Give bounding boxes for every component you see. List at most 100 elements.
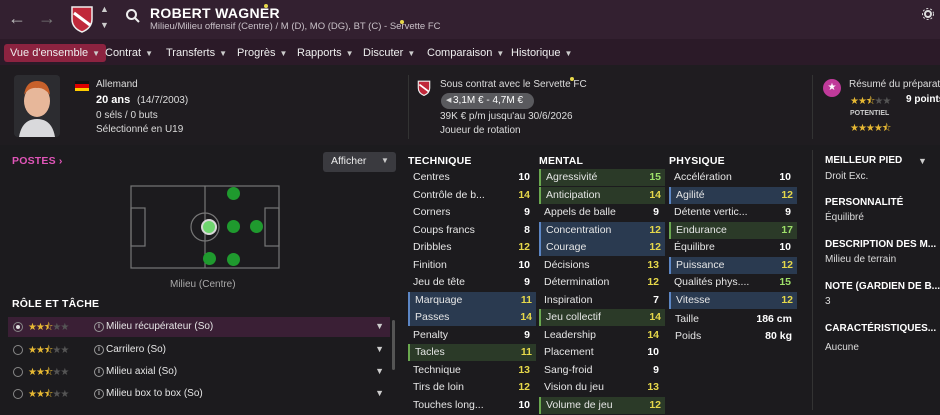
attribute-row[interactable]: Appels de balle 9 [539, 204, 665, 221]
attribute-row[interactable]: Technique 13 [408, 362, 536, 379]
role-row[interactable]: ★★⯪★★ i Milieu box to box (So) ▼ [8, 384, 390, 404]
attribute-row[interactable]: Finition 10 [408, 257, 536, 274]
role-row[interactable]: ★★⯪★★ i Carrilero (So) ▼ [8, 340, 390, 360]
forward-arrow-icon[interactable]: → [38, 9, 56, 27]
tab-overview[interactable]: Vue d'ensemble ▼ [4, 44, 107, 62]
role-radio[interactable] [13, 389, 23, 399]
info-icon[interactable]: i [94, 389, 104, 399]
attribute-row[interactable]: Coups francs 8 [408, 222, 536, 239]
attribute-row[interactable]: Contrôle de b... 14 [408, 187, 536, 204]
attribute-row[interactable]: Concentration 12 [539, 221, 665, 239]
info-icon[interactable]: i [94, 345, 104, 355]
attribute-row[interactable]: Anticipation 14 [539, 186, 665, 204]
tab-reports[interactable]: Rapports ▼ [297, 44, 354, 62]
attribute-value: 12 [649, 241, 661, 253]
positions-title[interactable]: POSTES › [12, 155, 63, 167]
attribute-value: 13 [647, 258, 659, 271]
attribute-name: Penalty [413, 328, 449, 341]
tab-comparison[interactable]: Comparaison ▼ [427, 44, 504, 62]
tab-progress[interactable]: Progrès ▼ [237, 44, 287, 62]
attribute-row[interactable]: Passes 14 [408, 309, 536, 326]
back-arrow-icon[interactable]: ← [8, 9, 26, 27]
attribute-row[interactable]: Jeu de tête 9 [408, 274, 536, 291]
attribute-row[interactable]: Endurance 17 [669, 221, 797, 239]
attribute-name: Décisions [544, 258, 590, 271]
mental-title: MENTAL [539, 155, 584, 167]
tab-transfers[interactable]: Transferts ▼ [166, 44, 227, 62]
tab-contract[interactable]: Contrat ▼ [105, 44, 153, 62]
attribute-row[interactable]: Sang-froid 9 [539, 362, 665, 379]
attribute-row[interactable]: Leadership 14 [539, 327, 665, 344]
chevron-down-icon[interactable]: ▼ [918, 156, 927, 166]
date-of-birth: (14/7/2003) [137, 95, 189, 106]
attribute-name: Marquage [415, 293, 463, 306]
role-row[interactable]: ★★⯪★★ i Milieu axial (So) ▼ [8, 362, 390, 382]
roles-scrollbar[interactable] [392, 320, 395, 370]
potential-stars: ★★★★⯪ [850, 123, 891, 134]
attribute-row[interactable]: Inspiration 7 [539, 292, 665, 309]
attribute-row[interactable]: Puissance 12 [669, 256, 797, 274]
role-radio[interactable] [13, 367, 23, 377]
roles-title: RÔLE ET TÂCHE [12, 298, 100, 310]
tab-discuss[interactable]: Discuter ▼ [363, 44, 415, 62]
role-radio[interactable] [13, 345, 23, 355]
attribute-row[interactable]: Accélération 10 [669, 169, 797, 186]
search-icon[interactable] [125, 8, 141, 24]
position-marker[interactable] [250, 220, 263, 233]
attribute-row[interactable]: Volume de jeu 12 [539, 396, 665, 414]
attribute-row[interactable]: Équilibre 10 [669, 239, 797, 256]
attribute-row[interactable]: Placement 10 [539, 344, 665, 361]
attribute-value: 12 [649, 398, 661, 411]
position-marker[interactable] [227, 220, 240, 233]
position-marker-selected[interactable] [201, 219, 217, 235]
attribute-row[interactable]: Agressivité 15 [539, 169, 665, 186]
attribute-row[interactable]: Vitesse 12 [669, 291, 797, 309]
weight-value: 80 kg [765, 330, 792, 342]
attribute-row[interactable]: Détermination 12 [539, 274, 665, 291]
attribute-name: Équilibre [674, 241, 715, 253]
tab-history[interactable]: Historique ▼ [511, 44, 572, 62]
chevron-down-icon[interactable]: ▼ [100, 20, 109, 30]
chevron-down-icon: ▼ [375, 344, 384, 354]
chevron-down-icon: ▼ [375, 366, 384, 376]
transfer-value-badge[interactable]: ◀ 3,1M € - 4,7M € [441, 93, 534, 109]
role-radio[interactable] [13, 322, 23, 332]
attribute-row[interactable]: Jeu collectif 14 [539, 309, 665, 326]
attribute-row[interactable]: Tirs de loin 12 [408, 379, 536, 396]
attribute-row[interactable]: Marquage 11 [408, 291, 536, 309]
detail-title: CARACTÉRISTIQUES... [825, 323, 937, 334]
attribute-row[interactable]: Détente vertic... 9 [669, 204, 797, 221]
attribute-value: 14 [649, 188, 661, 201]
attribute-row[interactable]: Agilité 12 [669, 186, 797, 204]
attribute-value: 14 [649, 311, 661, 323]
attribute-row[interactable]: Vision du jeu 13 [539, 379, 665, 396]
attribute-name: Vision du jeu [544, 381, 604, 393]
position-marker[interactable] [227, 187, 240, 200]
attribute-row[interactable]: Penalty 9 [408, 327, 536, 344]
show-dropdown[interactable]: Afficher ▼ [323, 152, 396, 172]
club-crest-icon[interactable] [70, 5, 94, 33]
role-row[interactable]: ★★⯪★★ i Milieu récupérateur (So) ▼ [8, 317, 390, 337]
attribute-value: 9 [653, 363, 659, 376]
position-marker[interactable] [203, 252, 216, 265]
position-marker[interactable] [227, 253, 240, 266]
detail-title: DESCRIPTION DES M... [825, 239, 937, 250]
attribute-name: Placement [544, 346, 594, 358]
attribute-row[interactable]: Tacles 11 [408, 344, 536, 361]
attribute-row[interactable]: Dribbles 12 [408, 239, 536, 256]
info-icon[interactable]: i [94, 322, 104, 332]
attribute-value: 15 [649, 171, 661, 183]
attribute-row[interactable]: Courage 12 [539, 239, 665, 256]
attribute-row[interactable]: Qualités phys.... 15 [669, 274, 797, 291]
info-icon[interactable]: i [94, 367, 104, 377]
attribute-row[interactable]: Centres 10 [408, 169, 536, 186]
attribute-row[interactable]: Corners 9 [408, 204, 536, 221]
attribute-value: 9 [785, 206, 791, 218]
chevron-up-icon[interactable]: ▲ [100, 4, 109, 14]
attribute-value: 9 [524, 328, 530, 341]
attribute-row[interactable]: Touches long... 10 [408, 397, 536, 414]
attribute-row[interactable]: Décisions 13 [539, 257, 665, 274]
settings-icon[interactable] [922, 8, 934, 20]
detail-value: 3 [825, 296, 831, 307]
potential-label: POTENTIEL [850, 110, 890, 117]
